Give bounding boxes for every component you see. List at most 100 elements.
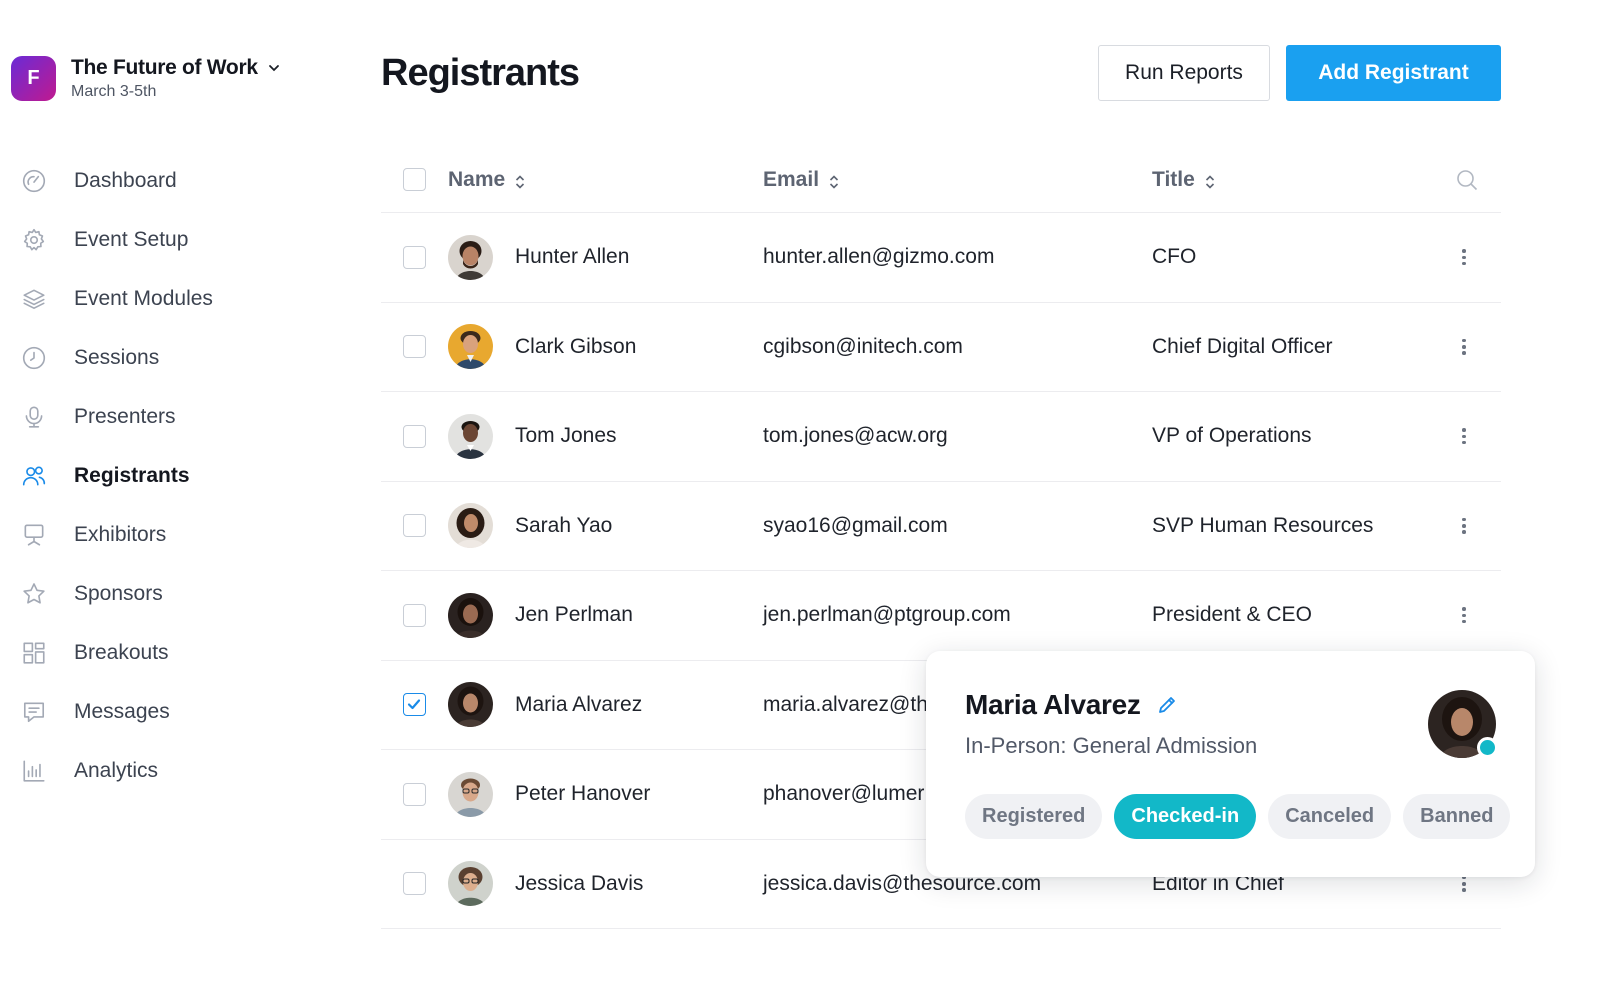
- status-canceled[interactable]: Canceled: [1268, 794, 1392, 839]
- name-column-header[interactable]: Name: [448, 168, 525, 192]
- column-label: Name: [448, 167, 506, 191]
- bar-chart-icon: [20, 757, 48, 785]
- sidebar-item-presenters[interactable]: Presenters: [20, 387, 320, 446]
- sidebar-item-label: Registrants: [74, 463, 190, 487]
- pencil-icon[interactable]: [1157, 695, 1177, 715]
- column-label: Title: [1152, 167, 1195, 191]
- sidebar-item-dashboard[interactable]: Dashboard: [20, 151, 320, 210]
- email-column-header[interactable]: Email: [763, 168, 839, 192]
- more-options-icon[interactable]: [1458, 246, 1470, 268]
- table-row[interactable]: Hunter Allen hunter.allen@gizmo.com CFO: [381, 213, 1501, 303]
- column-label: Email: [763, 167, 820, 191]
- event-switcher[interactable]: F The Future of Work March 3-5th: [11, 56, 280, 101]
- online-status-indicator: [1477, 737, 1498, 758]
- registrant-name: Peter Hanover: [515, 782, 651, 806]
- row-checkbox[interactable]: [403, 245, 426, 269]
- sort-icon: [515, 172, 525, 189]
- sidebar-item-label: Dashboard: [74, 168, 177, 192]
- registrant-title: SVP Human Resources: [1152, 513, 1374, 537]
- avatar: [448, 771, 493, 817]
- ticket-type: In-Person: General Admission: [965, 733, 1258, 758]
- row-checkbox[interactable]: [403, 603, 426, 627]
- table-row[interactable]: Sarah Yao syao16@gmail.com SVP Human Res…: [381, 482, 1501, 571]
- more-options-icon[interactable]: [1458, 604, 1470, 626]
- registrant-title: President & CEO: [1152, 603, 1312, 627]
- sidebar-item-registrants[interactable]: Registrants: [20, 446, 320, 505]
- registrant-name: Jessica Davis: [515, 871, 644, 895]
- registrant-name: Maria Alvarez: [515, 692, 643, 716]
- table-row[interactable]: Clark Gibson cgibson@initech.com Chief D…: [381, 303, 1501, 392]
- status-registered[interactable]: Registered: [965, 794, 1103, 839]
- sidebar-item-exhibitors[interactable]: Exhibitors: [20, 505, 320, 564]
- sidebar-item-event-setup[interactable]: Event Setup: [20, 210, 320, 269]
- sidebar-item-label: Presenters: [74, 404, 176, 428]
- star-icon: [20, 580, 48, 608]
- clock-icon: [20, 344, 48, 372]
- add-registrant-button[interactable]: Add Registrant: [1286, 45, 1501, 101]
- registrant-title: VP of Operations: [1152, 424, 1312, 448]
- sidebar-item-breakouts[interactable]: Breakouts: [20, 623, 320, 682]
- sidebar-item-label: Exhibitors: [74, 522, 167, 546]
- row-checkbox[interactable]: [403, 782, 426, 806]
- sidebar-item-messages[interactable]: Messages: [20, 682, 320, 741]
- avatar: [448, 503, 493, 549]
- sidebar-item-label: Event Modules: [74, 286, 213, 310]
- sidebar-nav: Dashboard Event Setup Event Modules Sess…: [20, 151, 320, 800]
- sidebar-item-label: Event Setup: [74, 227, 189, 251]
- event-dates: March 3-5th: [71, 83, 157, 100]
- sidebar-item-label: Sponsors: [74, 581, 163, 605]
- sort-icon: [829, 172, 839, 189]
- sidebar-item-label: Analytics: [74, 758, 159, 782]
- run-reports-button[interactable]: Run Reports: [1098, 45, 1270, 101]
- row-checkbox[interactable]: [403, 693, 426, 717]
- layers-icon: [20, 285, 48, 313]
- select-all-checkbox[interactable]: [403, 168, 426, 191]
- row-checkbox[interactable]: [403, 514, 426, 538]
- avatar: [1428, 690, 1498, 758]
- table-row[interactable]: Tom Jones tom.jones@acw.org VP of Operat…: [381, 392, 1501, 482]
- row-checkbox[interactable]: [403, 335, 426, 359]
- registrant-name: Jen Perlman: [515, 603, 633, 627]
- registrant-name: Clark Gibson: [515, 334, 637, 358]
- sidebar-item-sessions[interactable]: Sessions: [20, 328, 320, 387]
- status-checked-in[interactable]: Checked-in: [1114, 794, 1257, 839]
- registrant-detail-popover: Maria Alvarez In-Person: General Admissi…: [926, 651, 1535, 877]
- registrant-email: jen.perlman@ptgroup.com: [763, 603, 1011, 627]
- page-title: Registrants: [381, 52, 580, 94]
- sidebar-item-label: Sessions: [74, 345, 160, 369]
- row-checkbox[interactable]: [403, 872, 426, 896]
- registrant-email: tom.jones@acw.org: [763, 424, 948, 448]
- table-row[interactable]: Jen Perlman jen.perlman@ptgroup.com Pres…: [381, 571, 1501, 661]
- more-options-icon[interactable]: [1458, 425, 1470, 447]
- avatar: [448, 592, 493, 638]
- row-checkbox[interactable]: [403, 424, 426, 448]
- grid-icon: [20, 639, 48, 667]
- registrant-email: cgibson@initech.com: [763, 334, 963, 358]
- event-title: The Future of Work: [71, 56, 258, 79]
- event-logo: F: [11, 56, 56, 101]
- status-selector: Registered Checked-in Canceled Banned: [965, 794, 1522, 839]
- more-options-icon[interactable]: [1458, 336, 1470, 358]
- message-icon: [20, 698, 48, 726]
- title-column-header[interactable]: Title: [1152, 168, 1215, 192]
- search-icon[interactable]: [1455, 168, 1479, 192]
- registrant-name: Hunter Allen: [515, 245, 630, 269]
- more-options-icon[interactable]: [1458, 515, 1470, 537]
- popover-registrant-name: Maria Alvarez: [965, 689, 1141, 720]
- microphone-icon: [20, 403, 48, 431]
- registrant-title: CFO: [1152, 245, 1197, 269]
- registrant-title: Chief Digital Officer: [1152, 334, 1333, 358]
- avatar: [448, 861, 493, 907]
- sidebar-item-label: Messages: [74, 699, 170, 723]
- sidebar-item-analytics[interactable]: Analytics: [20, 741, 320, 800]
- sidebar-item-event-modules[interactable]: Event Modules: [20, 269, 320, 328]
- registrant-name: Tom Jones: [515, 424, 617, 448]
- users-icon: [20, 462, 48, 490]
- gear-icon: [20, 226, 48, 254]
- booth-icon: [20, 521, 48, 549]
- avatar: [448, 324, 493, 370]
- status-banned[interactable]: Banned: [1403, 794, 1511, 839]
- registrant-email: syao16@gmail.com: [763, 513, 948, 537]
- sidebar-item-sponsors[interactable]: Sponsors: [20, 564, 320, 623]
- chevron-down-icon[interactable]: [268, 62, 280, 74]
